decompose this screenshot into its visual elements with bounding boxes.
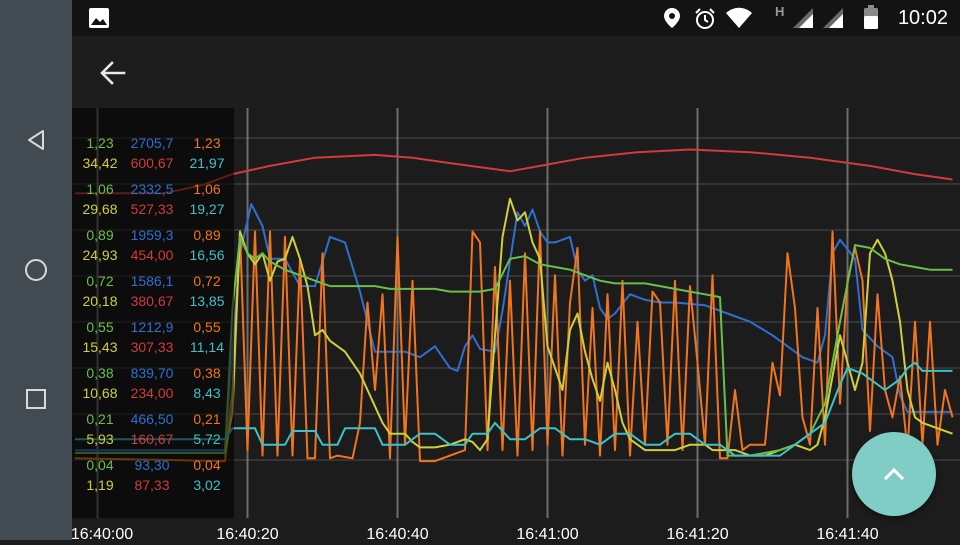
status-bar: H 10:02	[72, 0, 960, 36]
y-tick-label: 0,55	[193, 319, 220, 335]
signal-icon	[792, 7, 814, 34]
x-tick-label: 16:41:20	[666, 526, 728, 540]
home-circle-icon[interactable]	[16, 250, 56, 290]
y-tick-label: 8,43	[193, 385, 220, 401]
y-tick-label: 2705,7	[131, 135, 174, 151]
x-tick-label: 16:41:00	[516, 526, 578, 540]
y-tick-label: 600,67	[131, 155, 174, 171]
y-tick-label: 0,21	[86, 411, 113, 427]
arrow-left-icon[interactable]	[98, 58, 128, 88]
y-tick-label: 21,97	[189, 155, 224, 171]
y-tick-label: 466,50	[131, 411, 174, 427]
y-tick-label: 160,67	[131, 431, 174, 447]
alarm-icon	[693, 7, 717, 36]
y-tick-label: 839,70	[131, 365, 174, 381]
y-tick-label: 87,33	[134, 477, 169, 493]
y-tick-label: 1586,1	[131, 273, 174, 289]
y-tick-label: 5,72	[193, 431, 220, 447]
y-tick-label: 19,27	[189, 201, 224, 217]
chevron-up-icon	[883, 467, 905, 481]
y-tick-label: 0,38	[86, 365, 113, 381]
y-tick-label: 1,06	[193, 181, 220, 197]
status-time: 10:02	[897, 7, 948, 29]
scroll-up-fab[interactable]	[852, 432, 936, 516]
wifi-icon	[725, 7, 753, 34]
y-tick-label: 11,14	[190, 339, 224, 355]
y-tick-label: 1,23	[86, 135, 113, 151]
y-tick-label: 1,19	[86, 477, 113, 493]
y-tick-label: 16,56	[189, 247, 224, 263]
y-tick-label: 1959,3	[131, 227, 174, 243]
y-tick-label: 1,23	[193, 135, 220, 151]
y-tick-label: 0,55	[86, 319, 113, 335]
y-tick-label: 380,67	[131, 293, 174, 309]
y-tick-label: 13,85	[189, 293, 224, 309]
system-nav-bar	[0, 0, 72, 540]
y-tick-label: 0,89	[86, 227, 113, 243]
y-tick-label: 0,72	[193, 273, 220, 289]
y-tick-label: 34,42	[82, 155, 117, 171]
y-tick-label: 0,38	[193, 365, 220, 381]
y-tick-label: 1,06	[86, 181, 113, 197]
signal-icon	[822, 7, 844, 34]
y-tick-label: 234,00	[131, 385, 174, 401]
recents-square-icon[interactable]	[16, 379, 56, 419]
x-tick-label: 16:40:40	[366, 526, 428, 540]
x-tick-label: 16:40:00	[72, 526, 133, 540]
y-tick-label: 93,30	[134, 457, 169, 473]
y-tick-label: 0,21	[193, 411, 220, 427]
x-tick-label: 16:40:20	[216, 526, 278, 540]
chart-area[interactable]: 1,23 1,06 0,89 0,72 0,55 0,38 0,21 0,04 2705,7 23…	[71, 108, 960, 543]
y-tick-label: 15,43	[82, 339, 117, 355]
y-tick-label: 1212,9	[131, 319, 174, 335]
y-tick-label: 0,72	[86, 273, 113, 289]
battery-icon	[864, 5, 878, 34]
y-tick-label: 307,33	[131, 339, 174, 355]
y-tick-label: 10,68	[82, 385, 117, 401]
x-tick-label: 16:41:40	[816, 526, 878, 540]
y-tick-label: 0,89	[193, 227, 220, 243]
x-axis-labels: 16:40:00 16:40:20 16:40:40 16:41:00 16:41:20…	[71, 526, 879, 543]
y-tick-label: 0,04	[86, 457, 113, 473]
y-tick-label: 3,02	[193, 477, 220, 493]
location-icon	[663, 7, 681, 34]
y-tick-label: 24,93	[82, 247, 117, 263]
y-tick-label: 5,93	[86, 431, 113, 447]
image-icon	[88, 7, 110, 34]
y-tick-label: 29,68	[82, 201, 117, 217]
y-tick-label: 454,00	[131, 247, 174, 263]
app-toolbar	[72, 36, 960, 108]
network-type-label: H	[775, 4, 785, 19]
y-tick-label: 527,33	[131, 201, 174, 217]
back-triangle-icon[interactable]	[16, 120, 56, 160]
y-tick-label: 0,04	[193, 457, 220, 473]
multi-line-chart[interactable]: 1,23 1,06 0,89 0,72 0,55 0,38 0,21 0,04 2705,7 23…	[71, 108, 960, 543]
y-tick-label: 20,18	[82, 293, 117, 309]
y-tick-label: 2332,5	[131, 181, 174, 197]
